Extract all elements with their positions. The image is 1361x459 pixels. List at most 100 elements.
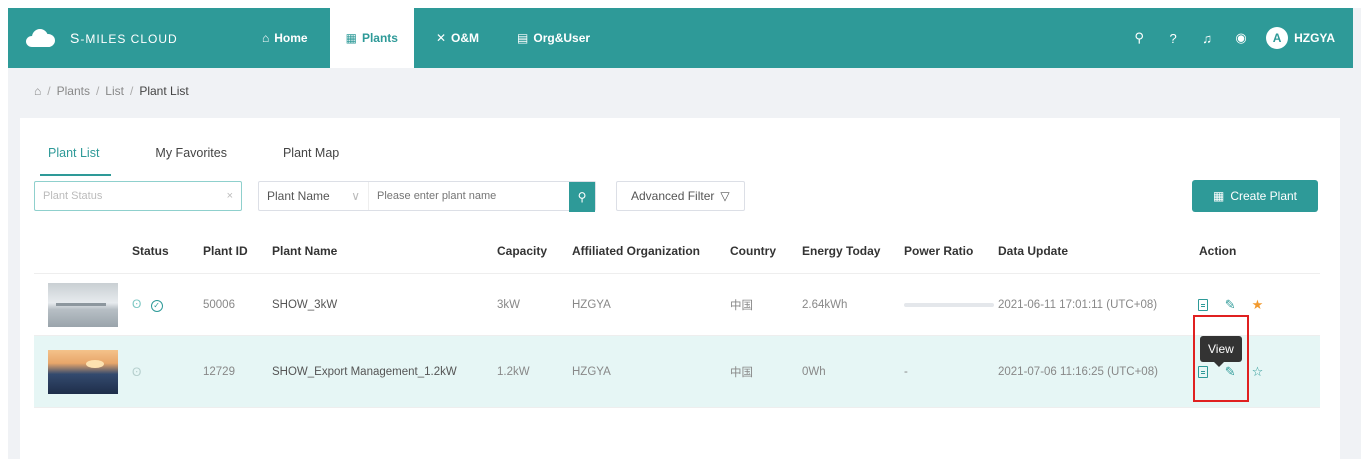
breadcrumb-list[interactable]: List (105, 84, 124, 98)
status-cell: ʘ (132, 365, 203, 379)
plant-photo (48, 349, 118, 394)
search-field-value: Plant Name (267, 189, 330, 203)
plants-icon: ▦ (345, 31, 357, 45)
capacity: 1.2kW (497, 365, 530, 378)
organization: HZGYA (572, 298, 611, 311)
header-plant-name[interactable]: Plant Name (272, 244, 497, 258)
breadcrumb-current: Plant List (139, 84, 189, 98)
brand-logo[interactable]: S-MILES CLOUD (26, 29, 246, 47)
header-actions: ⚲ ? ♫ ◉ A HZGYA (1122, 8, 1335, 68)
plant-table: Status Plant ID Plant Name Capacity Affi… (34, 228, 1320, 408)
header-capacity[interactable]: Capacity (497, 244, 572, 258)
breadcrumb-separator: / (95, 84, 100, 98)
create-plant-button[interactable]: ▦ Create Plant (1192, 180, 1318, 212)
plant-search-group: Plant Name ∨ ⚲ (258, 181, 596, 212)
header-plant-id[interactable]: Plant ID (203, 244, 272, 258)
create-plant-label: Create Plant (1230, 189, 1298, 203)
status-cell: ʘ ✓ (132, 297, 203, 312)
home-icon[interactable]: ⌂ (34, 84, 41, 98)
action-cell: ✎ ★ (1191, 297, 1311, 313)
nav-org-user[interactable]: ▤ Org&User (501, 8, 606, 68)
search-icon[interactable]: ⚲ (1122, 30, 1156, 46)
plant-name[interactable]: SHOW_3kW (272, 299, 497, 311)
plant-name-search-input[interactable] (369, 182, 569, 210)
data-update: 2021-07-06 11:16:25 (UTC+08) (998, 365, 1158, 378)
tools-icon: ✕ (435, 31, 447, 45)
page: S-MILES CLOUD ⌂ Home ▦ Plants ✕ O&M ▤ Or… (8, 8, 1361, 459)
header-action: Action (1199, 243, 1237, 258)
breadcrumb-separator: / (47, 84, 51, 98)
organization: HZGYA (572, 365, 611, 378)
nav-home[interactable]: ⌂ Home (246, 8, 324, 68)
table-row[interactable]: ʘ 12729 SHOW_Export Management_1.2kW 1.2… (34, 336, 1320, 408)
search-field-select[interactable]: Plant Name ∨ (259, 182, 369, 210)
header-data-update[interactable]: Data Update (998, 244, 1191, 258)
globe-icon[interactable]: ◉ (1224, 30, 1258, 46)
tab-bar: Plant List My Favorites Plant Map (40, 138, 395, 176)
cloud-icon (26, 29, 56, 47)
plant-thumbnail[interactable] (34, 349, 132, 394)
home-icon: ⌂ (262, 31, 270, 45)
plant-id: 50006 (203, 298, 235, 311)
favorite-star-icon[interactable]: ☆ (1245, 364, 1269, 380)
nav-om[interactable]: ✕ O&M (420, 8, 495, 68)
clear-icon[interactable]: × (227, 190, 233, 202)
plant-name[interactable]: SHOW_Export Management_1.2kW (272, 366, 497, 378)
search-icon: ⚲ (577, 190, 587, 204)
edit-icon[interactable]: ✎ (1218, 297, 1242, 313)
nav-plants[interactable]: ▦ Plants (329, 8, 414, 68)
header-power-ratio[interactable]: Power Ratio (904, 244, 998, 258)
org-icon: ▤ (517, 31, 529, 45)
top-bar: S-MILES CLOUD ⌂ Home ▦ Plants ✕ O&M ▤ Or… (8, 8, 1353, 68)
action-cell: ✎ ☆ (1191, 364, 1311, 380)
tab-my-favorites[interactable]: My Favorites (155, 138, 227, 176)
filter-bar: Plant Status × Plant Name ∨ ⚲ Advanced F… (34, 180, 745, 212)
tab-plant-map[interactable]: Plant Map (283, 138, 339, 176)
energy-today: 0Wh (802, 365, 826, 378)
plant-list-card: Plant List My Favorites Plant Map Plant … (20, 118, 1340, 459)
header-status[interactable]: Status (132, 244, 203, 258)
header-energy-today[interactable]: Energy Today (802, 244, 904, 258)
plant-thumbnail[interactable] (34, 282, 132, 327)
breadcrumb-plants[interactable]: Plants (57, 84, 90, 98)
bell-icon[interactable]: ♫ (1190, 31, 1224, 46)
capacity: 3kW (497, 298, 520, 311)
add-plant-icon: ▦ (1212, 189, 1225, 203)
nav-plants-label: Plants (361, 31, 398, 45)
data-update: 2021-06-11 17:01:11 (UTC+08) (998, 298, 1158, 311)
energy-today: 2.64kWh (802, 298, 848, 311)
power-ratio: - (904, 365, 908, 378)
search-button[interactable]: ⚲ (569, 182, 595, 212)
nav-home-label: Home (274, 31, 308, 45)
tab-plant-list[interactable]: Plant List (40, 138, 112, 176)
help-icon[interactable]: ? (1156, 31, 1190, 46)
advanced-filter-button[interactable]: Advanced Filter ▽ (616, 181, 745, 211)
breadcrumb: ⌂ / Plants / List / Plant List (34, 84, 189, 98)
plant-id: 12729 (203, 365, 235, 378)
signal-icon: ʘ (132, 364, 142, 379)
header-organization[interactable]: Affiliated Organization (572, 244, 730, 258)
table-header: Status Plant ID Plant Name Capacity Affi… (34, 228, 1320, 274)
main-nav: ⌂ Home ▦ Plants ✕ O&M ▤ Org&User (246, 8, 612, 68)
country: 中国 (730, 299, 753, 312)
table-row[interactable]: ʘ ✓ 50006 SHOW_3kW 3kW HZGYA 中国 2.64kWh … (34, 274, 1320, 336)
check-circle-icon: ✓ (150, 300, 163, 312)
chevron-down-icon: ∨ (351, 189, 360, 203)
advanced-filter-label: Advanced Filter (631, 189, 715, 203)
filter-icon: ▽ (720, 189, 730, 203)
favorite-star-icon[interactable]: ★ (1245, 297, 1269, 313)
username[interactable]: HZGYA (1294, 31, 1335, 45)
country: 中国 (730, 366, 753, 379)
header-country[interactable]: Country (730, 244, 802, 258)
breadcrumb-separator: / (129, 84, 134, 98)
signal-icon: ʘ (132, 297, 142, 311)
view-icon[interactable] (1191, 364, 1215, 379)
plant-status-placeholder: Plant Status (43, 190, 103, 202)
view-tooltip: View (1200, 336, 1242, 367)
avatar[interactable]: A (1266, 27, 1289, 49)
plant-status-select[interactable]: Plant Status × (34, 181, 242, 211)
nav-om-label: O&M (451, 31, 480, 45)
view-icon[interactable] (1191, 297, 1215, 312)
plant-photo (48, 282, 118, 327)
brand-name: S-MILES CLOUD (70, 30, 178, 46)
